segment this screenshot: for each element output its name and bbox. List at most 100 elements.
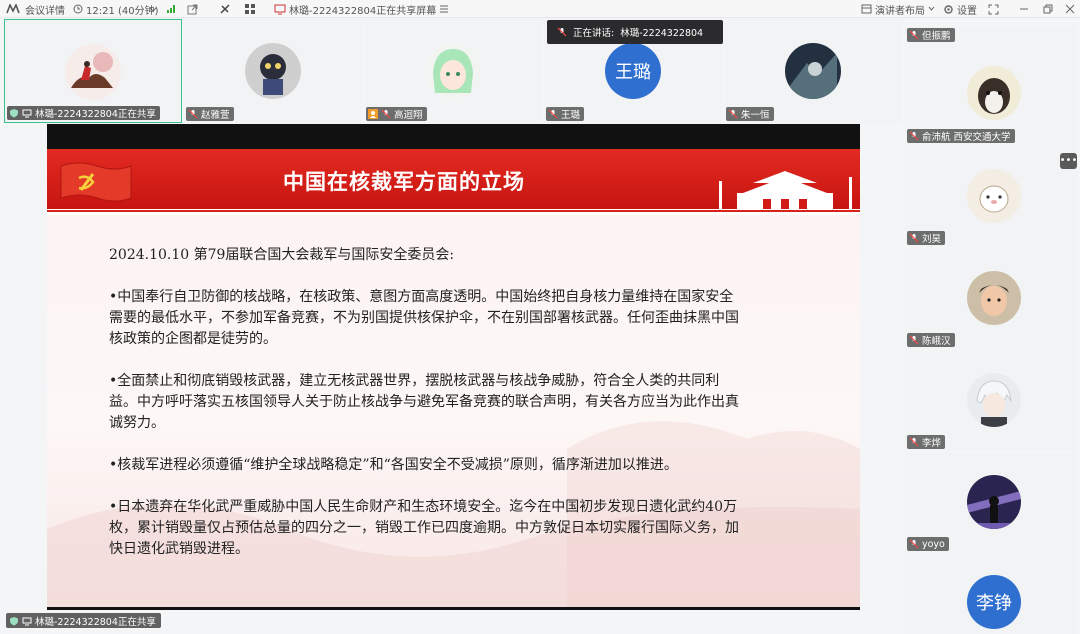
participant-name: 但振鹏 xyxy=(922,31,951,42)
gear-icon xyxy=(944,4,953,14)
participant-name-tag: 赵雅萱 xyxy=(186,107,234,121)
participant-name: 王璐 xyxy=(561,110,581,121)
shared-screen: 中国在核裁军方面的立场 2024.10.10 第79届联合国大会裁军与国际安全委… xyxy=(47,124,860,610)
participant-name-tag: yoyo xyxy=(907,537,949,551)
slide-heading-line: 2024.10.10 第79届联合国大会裁军与国际安全委员会: xyxy=(109,247,455,263)
slide-paragraph: •中国奉行自卫防御的核战略，在核政策、意图方面高度透明。中国始终把自身核力量维持… xyxy=(109,289,739,347)
menu-lines-icon[interactable] xyxy=(439,5,449,13)
speaking-name: 林璐-2224322804 xyxy=(620,28,704,39)
side-tile-4[interactable]: 陈峨汉 xyxy=(905,249,1077,349)
mic-muted-icon xyxy=(188,109,198,119)
avatar xyxy=(967,271,1021,325)
mic-muted-icon xyxy=(909,233,919,243)
speaking-prefix: 正在讲话: xyxy=(573,28,615,39)
slide-title: 中国在核裁军方面的立场 xyxy=(283,170,525,194)
avatar xyxy=(65,44,121,100)
shield-icon xyxy=(10,616,18,625)
avatar xyxy=(245,43,301,99)
meeting-info-button[interactable]: 会议详情 xyxy=(6,2,65,17)
side-tile-1[interactable]: 但振鹏 xyxy=(905,26,1077,46)
participant-name-tag: 俞沛航 西安交通大学 xyxy=(907,129,1015,143)
avatar xyxy=(967,475,1021,529)
restore-icon[interactable] xyxy=(1043,2,1053,16)
close-icon[interactable] xyxy=(1065,2,1075,16)
participant-name-tag: 陈峨汉 xyxy=(907,333,955,347)
mic-muted-icon xyxy=(557,27,567,37)
annotation-icon[interactable] xyxy=(219,2,231,16)
participant-name-tag: 朱一恒 xyxy=(726,107,774,121)
layout-icon xyxy=(861,4,872,14)
participant-name-tag: 高迴翔 xyxy=(366,107,427,121)
settings-button[interactable]: 设置 xyxy=(943,2,977,17)
mic-muted-icon xyxy=(381,109,391,119)
avatar: 李铮 xyxy=(967,575,1021,629)
mic-muted-icon xyxy=(548,109,558,119)
side-tile-2[interactable]: 俞沛航 西安交通大学 xyxy=(905,46,1077,145)
meeting-logo-icon xyxy=(6,4,20,14)
side-tile-7[interactable]: 李铮 xyxy=(905,555,1077,634)
participant-name: 陈峨汉 xyxy=(922,336,951,347)
share-status: 林璐-2224322804正在共享屏幕 xyxy=(274,2,449,17)
screen-share-icon xyxy=(22,617,32,625)
participant-name: yoyo xyxy=(922,538,945,550)
sharing-status-tag: 林璐-2224322804正在共享 xyxy=(6,613,161,628)
signal-icon xyxy=(166,2,176,16)
participant-name: 俞沛航 西安交通大学 xyxy=(922,132,1011,143)
meeting-timer: 12:21 (40分钟) xyxy=(73,2,159,17)
side-tile-5[interactable]: 李烨 xyxy=(905,351,1077,451)
shield-icon xyxy=(10,109,18,118)
timer-label: 12:21 (40分钟) xyxy=(86,5,159,17)
mic-muted-icon xyxy=(909,539,919,549)
layout-button[interactable]: 演讲者布局 xyxy=(861,2,935,17)
share-title-label: 林璐-2224322804正在共享屏幕 xyxy=(289,5,437,17)
host-icon xyxy=(368,109,378,119)
speaking-indicator: 正在讲话: 林璐-2224322804 xyxy=(547,20,723,44)
slide-paragraph: •全面禁止和彻底销毁核武器，建立无核武器世界，摆脱核武器与核战争威胁，符合全人类… xyxy=(109,373,739,431)
mic-muted-icon xyxy=(909,30,919,40)
slide-header: 中国在核裁军方面的立场 xyxy=(47,149,860,215)
more-options-button[interactable]: ••• xyxy=(1060,153,1077,169)
avatar xyxy=(967,373,1021,427)
top-toolbar: 会议详情 12:21 (40分钟) 林璐-2224322804正在共享屏幕 演讲… xyxy=(0,0,1080,18)
minimize-icon[interactable] xyxy=(1019,2,1029,16)
fullscreen-icon[interactable] xyxy=(988,2,999,16)
mic-muted-icon xyxy=(909,437,919,447)
participant-name: 朱一恒 xyxy=(741,110,770,121)
avatar xyxy=(425,43,481,99)
settings-label: 设置 xyxy=(957,5,977,17)
chevron-down-icon xyxy=(928,6,935,11)
participant-name: 刘昊 xyxy=(922,234,942,245)
participant-name-tag: 李烨 xyxy=(907,435,946,449)
slide-paragraph: •核裁军进程必须遵循“维护全球战略稳定”和“各国安全不受减损”原则，循序渐进加以… xyxy=(109,457,678,473)
video-tile-1[interactable]: 林璐-2224322804正在共享 xyxy=(4,19,182,123)
participant-name-tag: 王璐 xyxy=(546,107,585,121)
slide: 中国在核裁军方面的立场 2024.10.10 第79届联合国大会裁军与国际安全委… xyxy=(47,149,860,607)
video-tile-5[interactable]: 朱一恒 xyxy=(724,19,902,123)
side-tile-3[interactable]: 刘昊 xyxy=(905,147,1077,247)
participant-name: 林璐-2224322804正在共享 xyxy=(35,109,156,120)
dropdown-icon[interactable] xyxy=(149,2,157,16)
tiananmen-illustration xyxy=(719,171,852,213)
mic-muted-icon xyxy=(728,109,738,119)
slide-paragraph: •日本遗弃在华化武严重威胁中国人民生命财产和生态环境安全。迄今在中国初步发现日遗… xyxy=(109,499,739,557)
mic-muted-icon xyxy=(909,131,919,141)
side-tile-6[interactable]: yoyo xyxy=(905,453,1077,553)
video-tile-2[interactable]: 赵雅萱 xyxy=(184,19,362,123)
share-screen-icon xyxy=(274,4,286,14)
slide-body: 2024.10.10 第79届联合国大会裁军与国际安全委员会: •中国奉行自卫防… xyxy=(109,245,739,581)
participant-name: 李烨 xyxy=(922,438,942,449)
participant-name: 高迴翔 xyxy=(394,110,423,121)
video-tile-3[interactable]: 高迴翔 xyxy=(364,19,542,123)
participant-name-tag: 刘昊 xyxy=(907,231,946,245)
header-stripe-red xyxy=(47,210,860,212)
participant-name-tag: 但振鹏 xyxy=(907,28,955,42)
participant-name: 赵雅萱 xyxy=(201,110,230,121)
external-open-icon[interactable] xyxy=(187,2,198,16)
participant-name-tag: 林璐-2224322804正在共享 xyxy=(7,106,160,120)
sharing-status-label: 林璐-2224322804正在共享 xyxy=(35,616,156,628)
grid-icon[interactable] xyxy=(244,2,256,16)
meeting-info-label: 会议详情 xyxy=(25,5,65,17)
clock-icon xyxy=(73,4,83,14)
screen-share-icon xyxy=(22,109,32,118)
avatar xyxy=(967,66,1021,120)
